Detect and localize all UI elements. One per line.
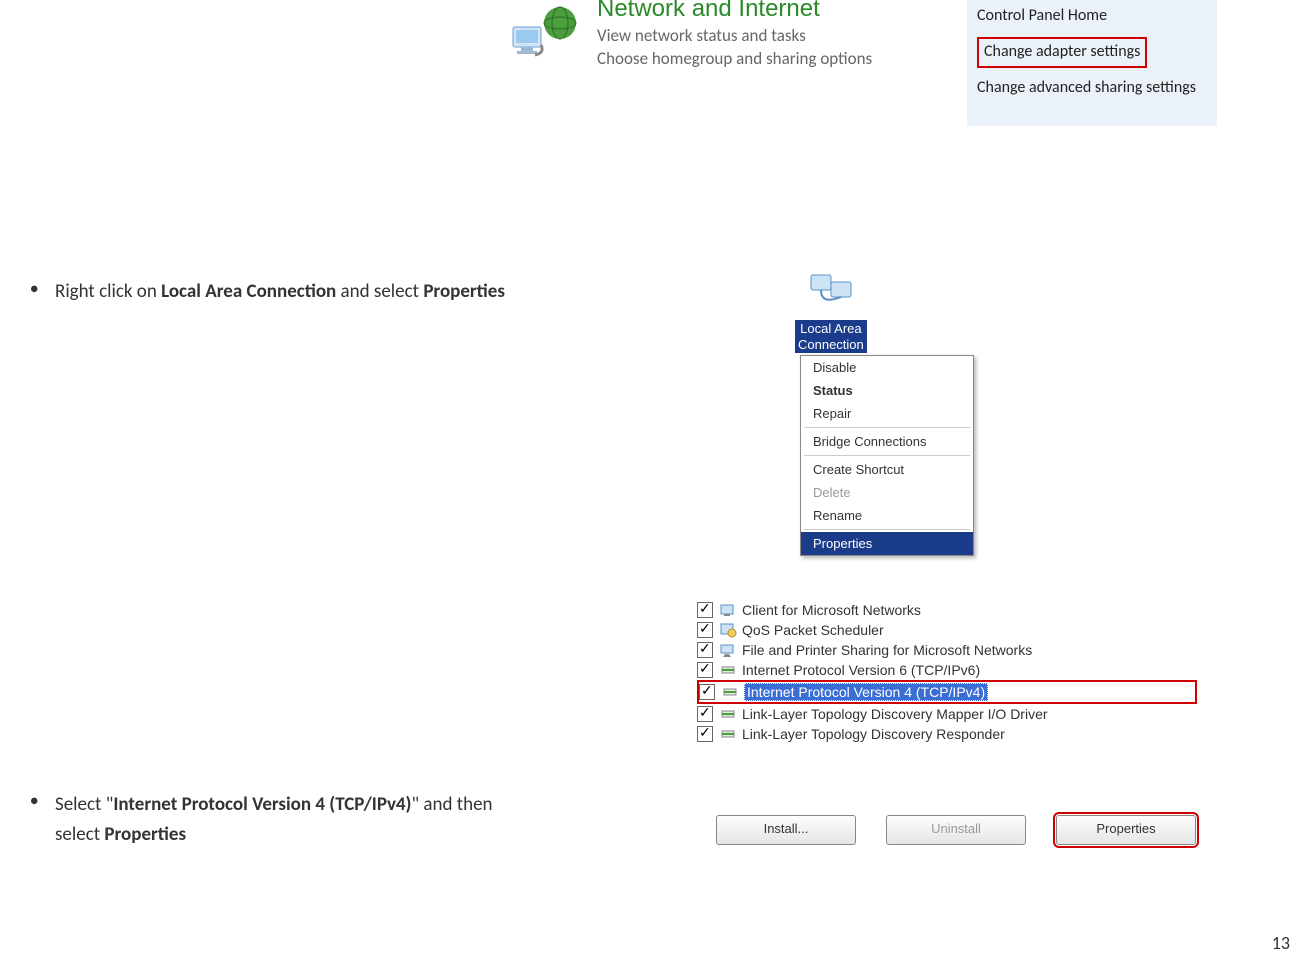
- props-list-item[interactable]: Internet Protocol Version 6 (TCP/IPv6): [697, 660, 1197, 680]
- menu-item-bridge[interactable]: Bridge Connections: [801, 430, 973, 453]
- proto-icon: [719, 662, 737, 678]
- menu-item-create-shortcut[interactable]: Create Shortcut: [801, 458, 973, 481]
- local-area-connection-label: Local Area Connection: [795, 320, 867, 353]
- checkbox-icon[interactable]: [697, 706, 713, 722]
- menu-item-properties[interactable]: Properties: [801, 532, 973, 555]
- menu-item-status[interactable]: Status: [801, 379, 973, 402]
- page-number: 13: [1272, 932, 1290, 954]
- instruction-right-click-lac: Right click on Local Area Connection and…: [30, 280, 730, 303]
- sidebar-change-adapter-settings[interactable]: Change adapter settings: [977, 37, 1207, 68]
- props-item-label: Internet Protocol Version 6 (TCP/IPv6): [742, 662, 980, 678]
- connection-properties-list: Client for Microsoft Networks QoS Packet …: [697, 600, 1197, 744]
- local-area-connection-item[interactable]: Local Area Connection: [795, 270, 867, 354]
- view-network-status-link[interactable]: View network status and tasks: [597, 25, 806, 46]
- lac-label-line1: Local Area: [800, 321, 861, 336]
- props-item-label: QoS Packet Scheduler: [742, 622, 884, 638]
- menu-item-rename[interactable]: Rename: [801, 504, 973, 527]
- props-list-item[interactable]: Link-Layer Topology Discovery Responder: [697, 724, 1197, 744]
- props-item-label: Internet Protocol Version 4 (TCP/IPv4): [744, 683, 988, 701]
- props-list-item[interactable]: Link-Layer Topology Discovery Mapper I/O…: [697, 704, 1197, 724]
- proto-icon: [719, 706, 737, 722]
- lac-label-line2: Connection: [798, 337, 864, 352]
- control-panel-sidebar: Control Panel Home Change adapter settin…: [967, 0, 1217, 126]
- text-fragment: " and then: [411, 793, 492, 816]
- checkbox-icon[interactable]: [699, 684, 715, 700]
- sidebar-change-advanced-sharing[interactable]: Change advanced sharing settings: [977, 78, 1207, 99]
- text-bold-properties: Properties: [423, 280, 505, 303]
- props-item-label: Link-Layer Topology Discovery Mapper I/O…: [742, 706, 1048, 722]
- text-bold-properties: Properties: [104, 823, 186, 846]
- homegroup-sharing-link[interactable]: Choose homegroup and sharing options: [597, 48, 872, 69]
- menu-separator: [804, 427, 970, 428]
- props-item-label: Link-Layer Topology Discovery Responder: [742, 726, 1005, 742]
- checkbox-icon[interactable]: [697, 622, 713, 638]
- text-fragment: and select: [336, 280, 423, 303]
- props-list-item[interactable]: Client for Microsoft Networks: [697, 600, 1197, 620]
- checkbox-icon[interactable]: [697, 602, 713, 618]
- uninstall-button: Uninstall: [886, 815, 1026, 845]
- instruction-select-ipv4: Select "Internet Protocol Version 4 (TCP…: [30, 790, 670, 851]
- properties-button[interactable]: Properties: [1056, 815, 1196, 845]
- network-internet-title[interactable]: Network and Internet: [597, 0, 820, 23]
- checkbox-icon[interactable]: [697, 662, 713, 678]
- network-globe-icon: [505, 5, 585, 65]
- network-adapter-icon: [795, 270, 867, 320]
- qos-icon: [719, 622, 737, 638]
- props-list-item[interactable]: QoS Packet Scheduler: [697, 620, 1197, 640]
- menu-item-delete: Delete: [801, 481, 973, 504]
- sidebar-control-panel-home[interactable]: Control Panel Home: [977, 6, 1207, 27]
- text-fragment: Select ": [55, 793, 113, 816]
- properties-buttons-row: Install... Uninstall Properties: [716, 815, 1196, 845]
- props-list-item[interactable]: Internet Protocol Version 4 (TCP/IPv4): [697, 680, 1197, 704]
- props-item-label: Client for Microsoft Networks: [742, 602, 921, 618]
- highlighted-change-adapter[interactable]: Change adapter settings: [977, 37, 1147, 68]
- client-icon: [719, 602, 737, 618]
- text-bold-lac: Local Area Connection: [161, 280, 336, 303]
- text-fragment: Right click on: [55, 280, 161, 303]
- props-list-item[interactable]: File and Printer Sharing for Microsoft N…: [697, 640, 1197, 660]
- share-icon: [719, 642, 737, 658]
- props-item-label: File and Printer Sharing for Microsoft N…: [742, 642, 1032, 658]
- context-menu: Disable Status Repair Bridge Connections…: [800, 355, 974, 556]
- text-bold-ipv4: Internet Protocol Version 4 (TCP/IPv4): [113, 793, 411, 816]
- menu-separator: [804, 529, 970, 530]
- checkbox-icon[interactable]: [697, 642, 713, 658]
- proto-icon: [719, 726, 737, 742]
- text-fragment: select: [55, 823, 104, 846]
- install-button[interactable]: Install...: [716, 815, 856, 845]
- menu-item-repair[interactable]: Repair: [801, 402, 973, 425]
- proto-icon: [721, 684, 739, 700]
- menu-separator: [804, 455, 970, 456]
- menu-item-disable[interactable]: Disable: [801, 356, 973, 379]
- checkbox-icon[interactable]: [697, 726, 713, 742]
